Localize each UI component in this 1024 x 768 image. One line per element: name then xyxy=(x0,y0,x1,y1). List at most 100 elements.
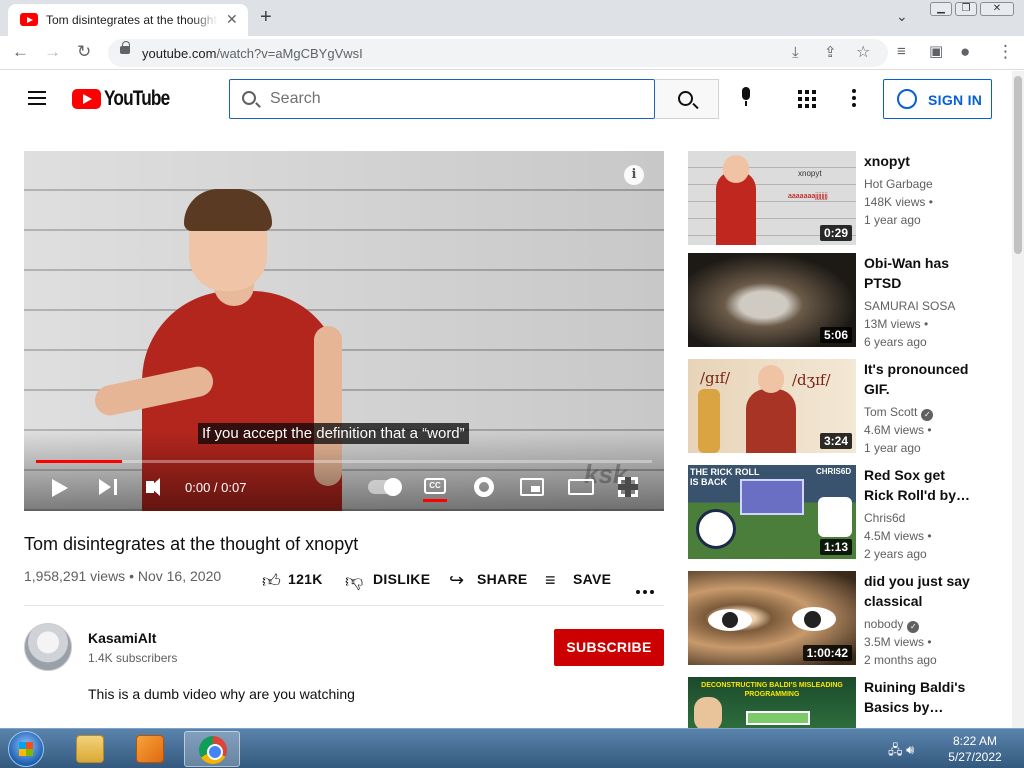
media-controls-icon[interactable]: ≡ xyxy=(897,42,906,62)
taskbar-explorer[interactable] xyxy=(62,731,118,767)
recommendation-age: 6 years ago xyxy=(864,335,927,349)
thumbs-up-icon: 👍︎ xyxy=(262,571,282,591)
recommendation-title[interactable]: Obi-Wan has PTSD xyxy=(864,253,972,293)
system-tray-icons[interactable]: 🖧 🔊︎ xyxy=(888,741,914,763)
chrome-menu-icon[interactable]: ⋮ xyxy=(997,42,1014,62)
window-close-button[interactable]: ✕ xyxy=(980,2,1014,16)
side-panel-icon[interactable]: ▣ xyxy=(929,42,943,62)
back-arrow-icon[interactable]: ← xyxy=(12,42,29,62)
install-app-icon[interactable]: ⤓ xyxy=(792,43,799,63)
new-tab-button[interactable]: + xyxy=(260,6,272,29)
apps-grid-icon[interactable] xyxy=(798,90,816,108)
taskbar-chrome[interactable] xyxy=(184,731,240,767)
address-bar[interactable]: youtube.com/watch?v=aMgCBYgVwsI ⤓ ⇪ ☆ xyxy=(108,39,888,67)
thumbnail[interactable]: DECONSTRUCTING BALDI'S MISLEADING PROGRA… xyxy=(688,677,856,728)
recommendation-title[interactable]: It's pronounced GIF. xyxy=(864,359,972,399)
thumbnail[interactable]: xnopyt aaaaaaajjjjjjjj 0:29 xyxy=(688,151,856,245)
search-box[interactable] xyxy=(229,79,663,119)
channel-name[interactable]: KasamiAlt xyxy=(88,630,156,646)
forward-arrow-icon[interactable]: → xyxy=(44,42,61,62)
thumbnail[interactable]: THE RICK ROLL IS BACK CHRIS6D 1:13 xyxy=(688,465,856,559)
taskbar-clock[interactable]: 8:22 AM 5/27/2022 xyxy=(940,733,1010,765)
volume-icon[interactable] xyxy=(146,478,160,496)
thumbnail[interactable]: 5:06 xyxy=(688,253,856,347)
recommendation-views: 4.6M views • xyxy=(864,423,932,437)
thumbs-down-icon: 👎︎ xyxy=(345,571,364,591)
time-display: 0:00 / 0:07 xyxy=(185,480,247,495)
theater-mode-icon[interactable] xyxy=(568,479,594,495)
search-icon xyxy=(242,91,256,105)
recommendation-item[interactable]: 5:06 Obi-Wan has PTSD SAMURAI SOSA 13M v… xyxy=(688,253,978,349)
recommendation-age: 1 year ago xyxy=(864,441,921,455)
like-button[interactable]: 👍︎ 121K xyxy=(262,571,323,591)
recommendation-title[interactable]: Ruining Baldi's Basics by… xyxy=(864,677,972,717)
miniplayer-icon[interactable] xyxy=(520,478,544,496)
file-explorer-icon xyxy=(76,735,104,763)
sign-in-button[interactable]: SIGN IN xyxy=(883,79,992,119)
recommendation-views: 13M views • xyxy=(864,317,929,331)
subscribe-button[interactable]: SUBSCRIBE xyxy=(554,629,664,666)
play-icon[interactable] xyxy=(52,479,68,497)
video-stats: 1,958,291 views • Nov 16, 2020 xyxy=(24,568,222,584)
save-button[interactable]: ≡ SAVE xyxy=(545,570,611,590)
recommendation-title[interactable]: Red Sox get Rick Roll'd by… xyxy=(864,465,972,505)
search-input[interactable] xyxy=(270,88,640,110)
recommendation-channel[interactable]: SAMURAI SOSA xyxy=(864,299,955,313)
recommendation-item[interactable]: xnopyt aaaaaaajjjjjjjj 0:29 xnopyt Hot G… xyxy=(688,151,978,247)
video-title: Tom disintegrates at the thought of xnop… xyxy=(24,534,359,554)
more-actions-icon[interactable] xyxy=(636,581,657,599)
settings-gear-icon[interactable] xyxy=(474,477,494,497)
next-icon[interactable] xyxy=(99,479,111,495)
progress-bar[interactable] xyxy=(36,460,652,463)
recommendation-title[interactable]: xnopyt xyxy=(864,151,972,171)
duration-badge: 5:06 xyxy=(819,327,852,343)
page-scrollbar-thumb[interactable] xyxy=(1014,76,1022,254)
subtitles-button[interactable]: CC xyxy=(424,478,446,494)
recommendation-views: 3.5M views • xyxy=(864,635,932,649)
bookmark-star-icon[interactable]: ☆ xyxy=(856,43,870,63)
share-button[interactable]: ↪ SHARE xyxy=(449,570,528,590)
recommendation-channel[interactable]: Chris6d xyxy=(864,511,905,525)
recommendation-channel[interactable]: Tom Scott ✓ xyxy=(864,405,934,421)
youtube-logo-icon[interactable] xyxy=(72,89,101,109)
video-player[interactable]: i If you accept the definition that a “w… xyxy=(24,151,664,511)
minimize-button[interactable]: ▁ xyxy=(930,2,952,16)
youtube-favicon-icon xyxy=(20,13,38,26)
reload-icon[interactable]: ↻ xyxy=(77,42,91,62)
profile-icon[interactable]: ● xyxy=(960,42,970,62)
thumbnail[interactable]: /gɪf/ /dʒɪf/ 3:24 xyxy=(688,359,856,453)
recommendation-title[interactable]: did you just say classical musi… xyxy=(864,571,972,611)
recommendation-views: 4.5M views • xyxy=(864,529,932,543)
start-button-icon[interactable] xyxy=(8,731,44,767)
recommendation-item[interactable]: /gɪf/ /dʒɪf/ 3:24 It's pronounced GIF. T… xyxy=(688,359,978,455)
info-icon[interactable]: i xyxy=(624,165,644,185)
tab-close-icon[interactable]: ✕ xyxy=(226,11,238,28)
verified-badge-icon: ✓ xyxy=(921,409,934,421)
thumbnail[interactable]: 1:00:42 xyxy=(688,571,856,665)
browser-tab[interactable]: Tom disintegrates at the thought of xnop… xyxy=(8,4,248,36)
divider xyxy=(24,605,664,606)
search-button[interactable] xyxy=(655,79,719,119)
recommendation-channel[interactable]: nobody ✓ xyxy=(864,617,920,633)
recommendation-age: 1 year ago xyxy=(864,213,921,227)
tab-title: Tom disintegrates at the thought of xnop… xyxy=(46,13,218,27)
duration-badge: 3:24 xyxy=(819,433,852,449)
microphone-icon[interactable] xyxy=(740,87,752,106)
restore-button[interactable]: ❐ xyxy=(955,2,977,16)
recommendation-item[interactable]: THE RICK ROLL IS BACK CHRIS6D 1:13 Red S… xyxy=(688,465,978,561)
progress-fill xyxy=(36,460,123,463)
browser-tab-strip: Tom disintegrates at the thought of xnop… xyxy=(0,0,1024,36)
dislike-button[interactable]: 👎︎ DISLIKE xyxy=(345,571,430,591)
browser-toolbar: ← → ↻ youtube.com/watch?v=aMgCBYgVwsI ⤓ … xyxy=(0,36,1024,70)
fullscreen-icon[interactable] xyxy=(618,477,638,497)
settings-more-icon[interactable] xyxy=(852,89,856,110)
autoplay-toggle[interactable] xyxy=(368,478,402,496)
recommendation-item[interactable]: DECONSTRUCTING BALDI'S MISLEADING PROGRA… xyxy=(688,677,978,728)
recommendation-item[interactable]: 1:00:42 did you just say classical musi…… xyxy=(688,571,978,667)
taskbar-media-player[interactable] xyxy=(122,731,178,767)
tab-search-chevron-icon[interactable]: ⌄ xyxy=(896,8,908,25)
recommendation-channel[interactable]: Hot Garbage xyxy=(864,177,933,191)
share-page-icon[interactable]: ⇪ xyxy=(824,43,837,63)
channel-avatar[interactable] xyxy=(24,623,72,671)
youtube-logo-text[interactable]: YouTube xyxy=(104,87,170,111)
